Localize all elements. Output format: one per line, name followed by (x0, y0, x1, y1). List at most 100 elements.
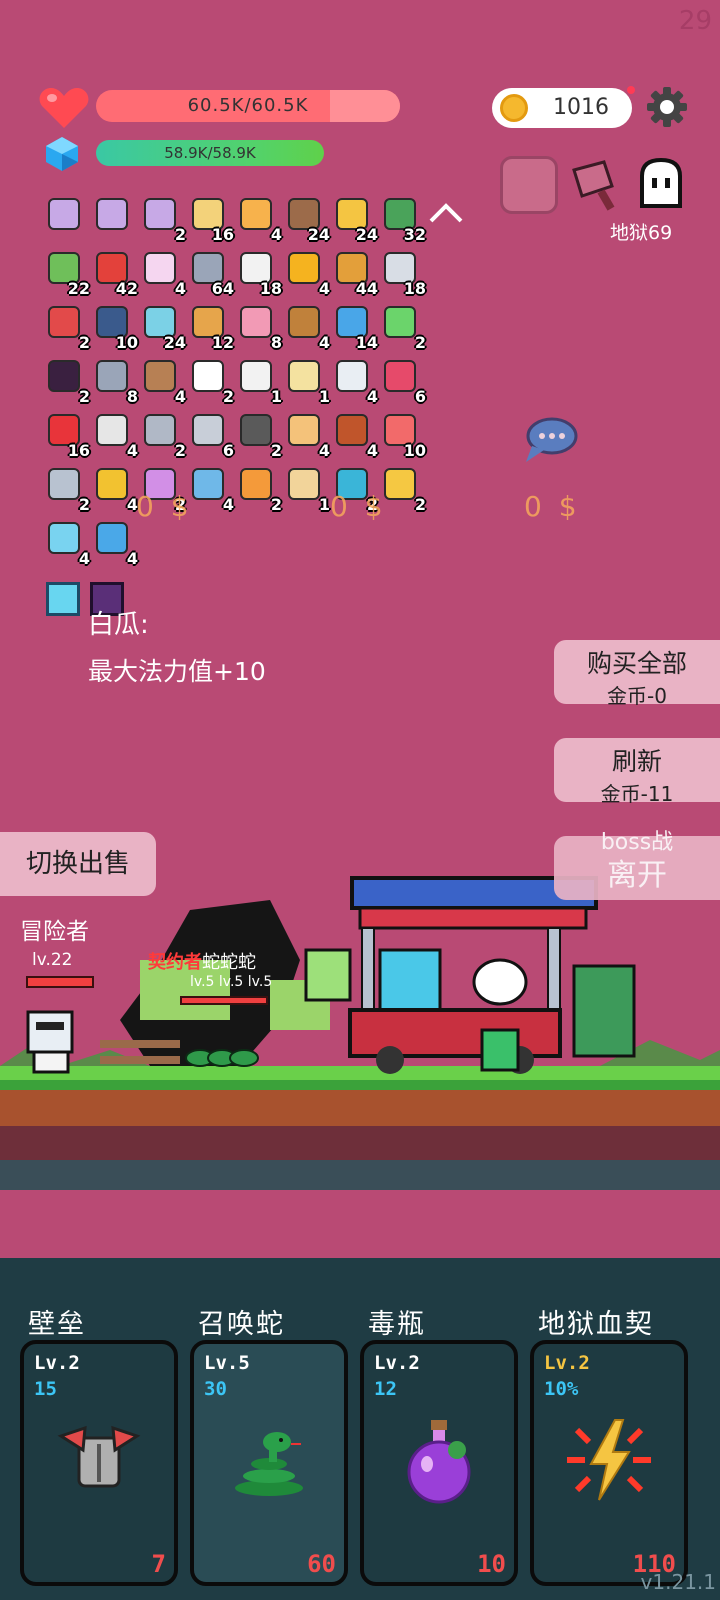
inventory-item[interactable]: 2 (44, 466, 92, 520)
inventory-item[interactable]: 44 (332, 250, 380, 304)
inventory-item[interactable]: 22 (44, 250, 92, 304)
skill-card[interactable]: Lv.2 12 10 (360, 1340, 518, 1586)
cleaver-boss-icon[interactable] (566, 156, 624, 214)
inventory-item[interactable]: 32 (380, 196, 428, 250)
item-icon (240, 360, 272, 392)
inventory-item[interactable]: 2 (44, 358, 92, 412)
inventory-item[interactable]: 24 (140, 304, 188, 358)
inventory-item[interactable]: 2 (44, 304, 92, 358)
inventory-item[interactable]: 4 (284, 412, 332, 466)
inventory-item[interactable]: 18 (380, 250, 428, 304)
skill-card[interactable]: Lv.5 30 60 (190, 1340, 348, 1586)
inventory-item[interactable]: 24 (284, 196, 332, 250)
mana-bar: 58.9K/58.9K (96, 140, 324, 166)
item-quantity: 10 (115, 333, 138, 352)
inventory-item[interactable]: 4 (284, 304, 332, 358)
inventory-item[interactable]: 1 (236, 358, 284, 412)
skill-card[interactable]: Lv.2 10% 110 (530, 1340, 688, 1586)
item-quantity: 44 (355, 279, 378, 298)
inventory-item[interactable]: 2 (140, 196, 188, 250)
item-quantity: 4 (366, 387, 378, 406)
item-icon (288, 360, 320, 392)
inventory-item[interactable]: 2 (236, 466, 284, 520)
item-icon (240, 468, 272, 500)
inventory-item[interactable]: 16 (188, 196, 236, 250)
inventory-item[interactable]: 4 (236, 196, 284, 250)
item-quantity: 4 (174, 279, 186, 298)
gear-icon[interactable] (646, 86, 688, 128)
snake-levels: lv.5 lv.5 lv.5 (190, 974, 273, 990)
inventory-item[interactable]: 1 (284, 358, 332, 412)
boss-portrait-icon[interactable] (500, 156, 558, 214)
adventurer-sprite (26, 1010, 74, 1074)
inventory-item[interactable]: 14 (332, 304, 380, 358)
item-quantity: 4 (318, 441, 330, 460)
item-quantity: 32 (403, 225, 426, 244)
buy-all-label: 购买全部 (586, 649, 687, 678)
inventory-row: 2 10 24 12 8 4 14 2 (44, 304, 444, 358)
snake-icon (235, 1432, 303, 1496)
item-quantity: 1 (318, 387, 330, 406)
item-icon (96, 360, 128, 392)
adventurer-name: 冒险者 (20, 919, 89, 945)
inventory-item[interactable]: 2 (380, 304, 428, 358)
buy-all-button[interactable]: 购买全部 金币-0 (554, 640, 720, 708)
item-quantity: 2 (174, 441, 186, 460)
inventory-item[interactable]: 12 (188, 304, 236, 358)
inventory-item[interactable]: 4 (44, 520, 92, 574)
inventory-item[interactable]: 2 (236, 412, 284, 466)
refresh-button[interactable]: 刷新 金币-11 (554, 738, 720, 806)
shop-price: 0 $ (136, 490, 193, 523)
inventory-item[interactable]: 4 (332, 412, 380, 466)
ghost-icon (640, 158, 682, 208)
inventory-item[interactable]: 64 (188, 250, 236, 304)
skill-cost: 10 (477, 1550, 506, 1578)
inventory-item[interactable]: 2 (380, 466, 428, 520)
skill-value: 12 (374, 1378, 397, 1400)
inventory-item[interactable] (92, 196, 140, 250)
inventory-item[interactable]: 4 (140, 358, 188, 412)
skill-level: Lv.2 (374, 1352, 420, 1374)
inventory-item[interactable]: 4 (140, 250, 188, 304)
inventory-item[interactable]: 8 (92, 358, 140, 412)
item-icon (48, 360, 80, 392)
inventory-item[interactable]: 42 (92, 250, 140, 304)
item-icon (144, 252, 176, 284)
inventory-item[interactable]: 4 (332, 358, 380, 412)
inventory-item[interactable]: 18 (236, 250, 284, 304)
notification-dot (627, 86, 635, 94)
item-icon (240, 198, 272, 230)
skill-card[interactable]: Lv.2 15 7 (20, 1340, 178, 1586)
item-icon (192, 414, 224, 446)
inventory-item[interactable]: 16 (44, 412, 92, 466)
inventory-item[interactable]: 6 (380, 358, 428, 412)
item-icon (144, 198, 176, 230)
chevron-up-icon[interactable] (428, 202, 464, 224)
inventory-item[interactable]: 4 (92, 412, 140, 466)
leave-button[interactable]: boss战 离开 (554, 830, 720, 900)
inventory-item[interactable]: 2 (188, 358, 236, 412)
inventory-item[interactable]: 10 (92, 304, 140, 358)
inventory-item[interactable]: 10 (380, 412, 428, 466)
item-quantity: 2 (78, 495, 90, 514)
version-label: v1.21.1 (640, 1570, 716, 1594)
inventory-item[interactable] (44, 196, 92, 250)
inventory-item[interactable]: 2 (140, 412, 188, 466)
coin-icon (500, 94, 528, 122)
skill-value: 30 (204, 1378, 227, 1400)
skill-name: 壁垒 (28, 1309, 86, 1340)
item-icon (336, 360, 368, 392)
inventory-item[interactable]: 6 (188, 412, 236, 466)
item-quantity: 24 (307, 225, 330, 244)
inventory-item[interactable]: 8 (236, 304, 284, 358)
inventory-item[interactable]: 1 (284, 466, 332, 520)
inventory-item[interactable]: 24 (332, 196, 380, 250)
chat-bubble-icon[interactable] (522, 416, 580, 464)
inventory-item[interactable]: 4 (284, 250, 332, 304)
buff-light-icon[interactable] (46, 582, 80, 616)
inventory-item[interactable]: 4 (92, 520, 140, 574)
item-quantity: 2 (270, 495, 282, 514)
item-icon (144, 360, 176, 392)
inventory-item[interactable]: 4 (188, 466, 236, 520)
inventory-item[interactable]: 4 (92, 466, 140, 520)
